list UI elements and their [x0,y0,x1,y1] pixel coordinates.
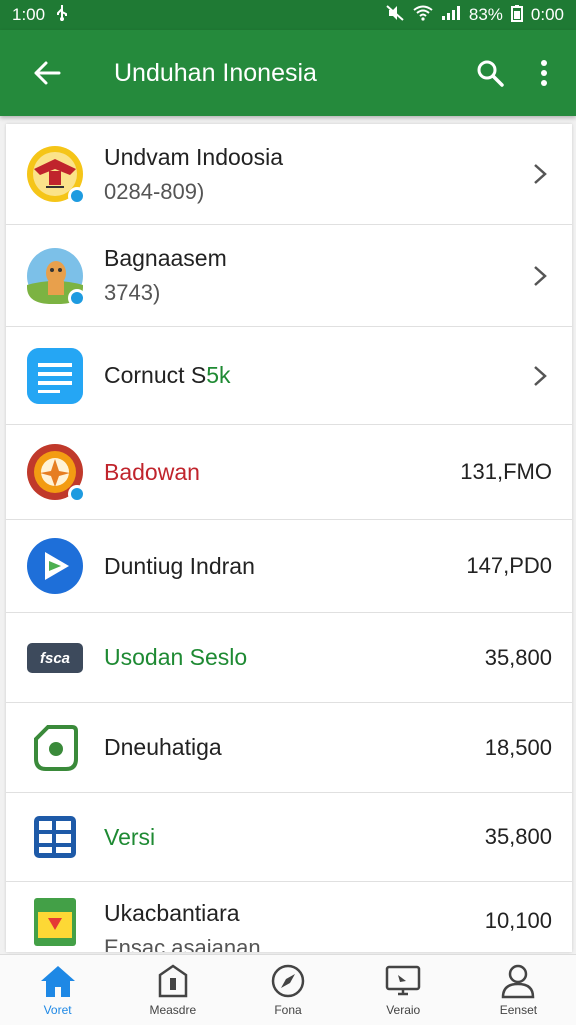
battery-icon [510,4,523,27]
nav-tab-label: Voret [43,1003,72,1017]
item-name: Ukacbantiara [104,900,240,926]
search-button[interactable] [468,51,512,95]
green-tag-icon [26,719,84,777]
list-item[interactable]: Duntiug Indran 147,PD0 [6,520,572,613]
list-item[interactable]: fsca Usodan Seslo 35,800 [6,613,572,703]
document-app-icon [26,347,84,405]
wifi-icon [413,5,433,26]
character-avatar-icon [26,247,86,307]
item-name: Duntiug Indran [104,552,255,579]
item-sub: Ensac asaianan [104,935,261,952]
status-time: 1:00 [12,5,46,24]
nav-tab-label: Fona [274,1003,302,1017]
nav-tab-home[interactable]: Voret [0,955,115,1025]
item-sub: 3743) [104,280,161,305]
badge-icon [68,485,86,503]
grid-app-icon [26,808,84,866]
list-item[interactable]: Cornuct S5k [6,327,572,425]
garuda-emblem-icon [26,145,86,205]
item-name: Bagnaasem [104,245,227,271]
nav-tab-fona[interactable]: Fona [230,955,345,1025]
item-name-extra: 5k [206,362,231,388]
item-name: Badowan [104,458,200,485]
more-options-button[interactable] [522,51,566,95]
search-icon [477,60,504,87]
sun-emblem-icon [26,443,86,503]
usb-icon [53,4,71,27]
app-bar: Unduhan Inonesia [0,30,576,116]
item-name: Cornuct S [104,362,207,388]
badge-icon [68,288,86,307]
item-sub: 0284-809) [104,178,205,204]
item-name: Usodan Seslo [104,644,248,670]
chevron-right-icon [526,262,554,290]
play-store-icon [26,537,84,595]
status-clock-right: 0:00 [530,5,564,24]
document-icon [158,964,188,998]
list-item[interactable]: Dneuhatiga 18,500 [6,703,572,793]
chevron-right-icon [526,362,554,390]
signal-icon [441,5,461,26]
item-value: 18,500 [484,734,552,760]
nav-tab-eenset[interactable]: Eenset [461,955,576,1025]
person-icon [502,964,535,999]
back-button[interactable] [24,50,70,96]
file-app-icon [26,892,84,950]
arrow-left-icon [34,61,61,85]
mute-icon [385,4,405,27]
item-value: 10,100 [484,908,552,933]
svg-text:fsca: fsca [40,650,70,667]
list-item[interactable]: Undvam Indoosia 0284-809) [6,124,572,225]
list-item[interactable]: Versi 35,800 [6,793,572,882]
item-name: Versi [104,823,156,850]
nav-tab-label: Measdre [149,1003,197,1017]
item-name: Dneuhatiga [104,734,222,760]
chevron-right-icon [526,160,554,188]
item-name: Undvam Indoosia [104,143,283,170]
battery-percent: 83% [468,5,503,24]
list-item[interactable]: Ukacbantiara Ensac asaianan 10,100 [6,882,572,952]
compass-icon [271,964,305,998]
text-logo-icon: fsca [26,629,84,687]
monitor-icon [385,965,421,996]
home-icon [40,966,75,997]
page-title: Unduhan Inonesia [114,58,317,87]
more-vert-icon [541,60,547,86]
nav-tab-measdre[interactable]: Measdre [115,955,230,1025]
badge-icon [68,187,86,205]
nav-tab-veraio[interactable]: Veraio [346,955,461,1025]
item-value: 147,PD0 [466,553,552,578]
item-value: 35,800 [484,644,552,670]
bottom-navigation: Voret Measdre Fona Veraio Eenset [0,954,576,1025]
item-value: 35,800 [484,824,552,849]
status-bar: 1:00 83% 0:00 [0,0,576,30]
nav-tab-label: Eenset [499,1003,538,1017]
download-list: Undvam Indoosia 0284-809) Bagnaasem 3743… [6,124,572,952]
item-value: 131,FMO [460,459,552,484]
list-item[interactable]: Bagnaasem 3743) [6,225,572,327]
nav-tab-label: Veraio [386,1003,421,1017]
list-item[interactable]: Badowan 131,FMO [6,425,572,520]
